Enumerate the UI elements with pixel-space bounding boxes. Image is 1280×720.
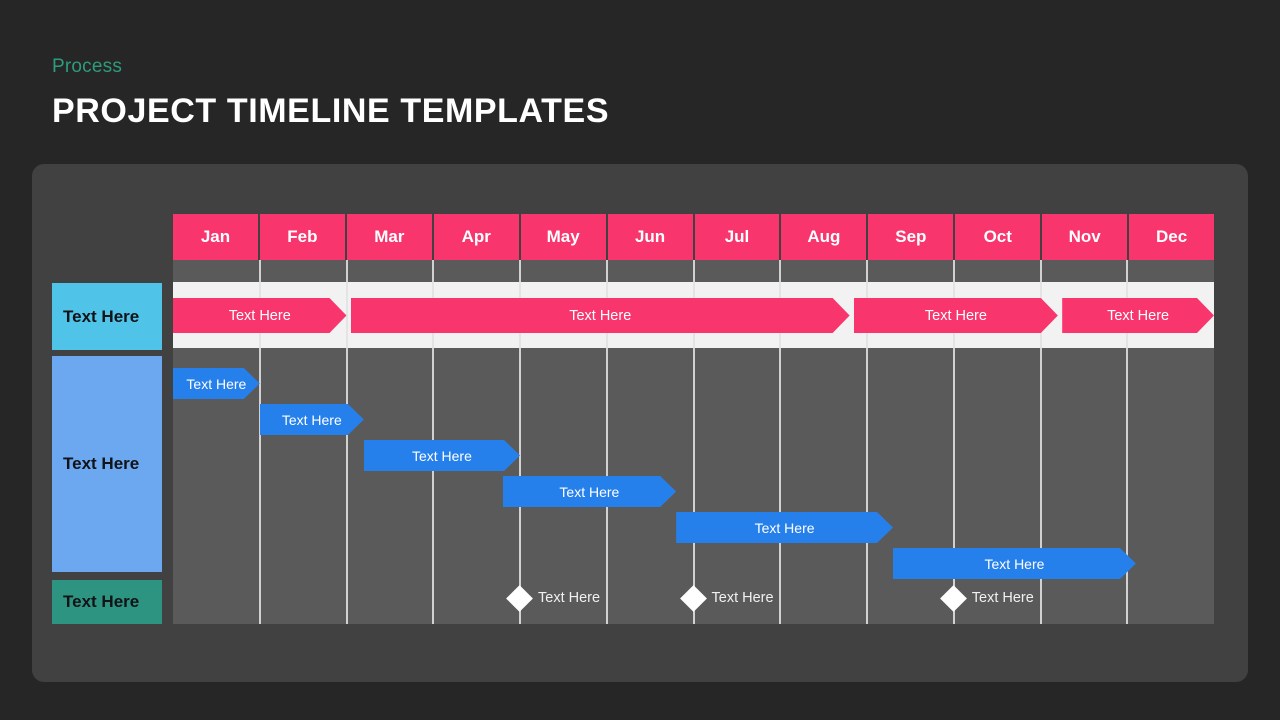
phase-bar[interactable]: Text Here: [173, 298, 347, 333]
row-label-tasks[interactable]: Text Here: [52, 356, 162, 572]
task-bar-label: Text Here: [186, 375, 247, 392]
month-label: Oct: [983, 227, 1012, 246]
month-header-jun[interactable]: Jun: [605, 214, 693, 260]
task-bar[interactable]: Text Here: [173, 368, 260, 399]
milestone[interactable]: Text Here: [939, 584, 1034, 612]
task-bar-label: Text Here: [984, 555, 1045, 572]
month-label: Sep: [895, 227, 927, 246]
month-header-mar[interactable]: Mar: [344, 214, 432, 260]
milestone[interactable]: Text Here: [506, 584, 601, 612]
month-label: Nov: [1068, 227, 1101, 246]
page-title: PROJECT TIMELINE TEMPLATES: [52, 92, 610, 130]
month-label: Feb: [287, 227, 318, 246]
diamond-icon: [939, 584, 967, 612]
task-bar[interactable]: Text Here: [893, 548, 1136, 579]
month-label: Jun: [634, 227, 666, 246]
row-label-tasks-text: Text Here: [63, 454, 140, 473]
timeline-card: Jan Feb Mar Apr May Jun Jul Aug Sep Oct Nov Dec Tex…: [32, 164, 1248, 682]
phase-bar-label: Text Here: [569, 307, 632, 324]
phase-bar[interactable]: Text Here: [351, 298, 850, 333]
month-header-feb[interactable]: Feb: [257, 214, 345, 260]
slide-eyebrow: Process: [52, 56, 123, 77]
task-bar[interactable]: Text Here: [364, 440, 520, 471]
phase-bar[interactable]: Text Here: [854, 298, 1058, 333]
month-header-oct[interactable]: Oct: [953, 214, 1041, 260]
month-label: Jul: [724, 227, 750, 246]
month-header-nov[interactable]: Nov: [1040, 214, 1128, 260]
slide-canvas: Process PROJECT TIMELINE TEMPLATES Jan Fe…: [0, 0, 1280, 720]
row-label-milestones[interactable]: Text Here: [52, 580, 162, 624]
timeline-body: Text Here Text Here Text Here Text Here Tex…: [173, 260, 1214, 624]
milestone-label: Text Here: [538, 590, 601, 606]
row-label-phase[interactable]: Text Here: [52, 283, 162, 350]
month-label: Apr: [461, 227, 491, 246]
phase-bar-label: Text Here: [228, 307, 291, 324]
month-header-jan[interactable]: Jan: [173, 214, 258, 260]
month-header-may[interactable]: May: [518, 214, 606, 260]
month-header-apr[interactable]: Apr: [431, 214, 519, 260]
diamond-icon: [506, 584, 533, 612]
month-label: Jan: [200, 227, 231, 246]
task-bar-label: Text Here: [754, 519, 815, 536]
task-bar[interactable]: Text Here: [503, 476, 677, 507]
timeline-grid: Jan Feb Mar Apr May Jun Jul Aug Sep Oct Nov Dec Tex…: [173, 214, 1215, 624]
diamond-icon: [679, 584, 707, 612]
month-label: May: [546, 227, 580, 246]
task-bar-label: Text Here: [559, 483, 620, 500]
phase-bar[interactable]: Text Here: [1062, 298, 1214, 333]
task-bar[interactable]: Text Here: [260, 404, 364, 435]
month-header-dec[interactable]: Dec: [1127, 214, 1215, 260]
milestone[interactable]: Text Here: [679, 584, 774, 612]
task-bar-label: Text Here: [411, 447, 472, 464]
month-label: Aug: [807, 227, 841, 246]
phase-bar-row: Text Here Text Here Text Here Text Here: [173, 282, 1214, 348]
row-label-phase-text: Text Here: [63, 306, 140, 326]
month-header-row: Jan Feb Mar Apr May Jun Jul Aug Sep Oct Nov Dec: [173, 214, 1215, 260]
month-label: Mar: [374, 227, 405, 246]
phase-bar-label: Text Here: [1107, 307, 1170, 324]
milestone-label: Text Here: [711, 590, 774, 606]
milestone-label: Text Here: [971, 590, 1034, 606]
month-header-sep[interactable]: Sep: [866, 214, 954, 260]
row-label-milestones-text: Text Here: [63, 592, 140, 611]
month-header-jul[interactable]: Jul: [692, 214, 780, 260]
month-label: Dec: [1156, 227, 1188, 246]
month-header-aug[interactable]: Aug: [779, 214, 867, 260]
task-bar-label: Text Here: [281, 411, 342, 428]
task-bar[interactable]: Text Here: [676, 512, 893, 543]
phase-bar-label: Text Here: [924, 307, 987, 324]
